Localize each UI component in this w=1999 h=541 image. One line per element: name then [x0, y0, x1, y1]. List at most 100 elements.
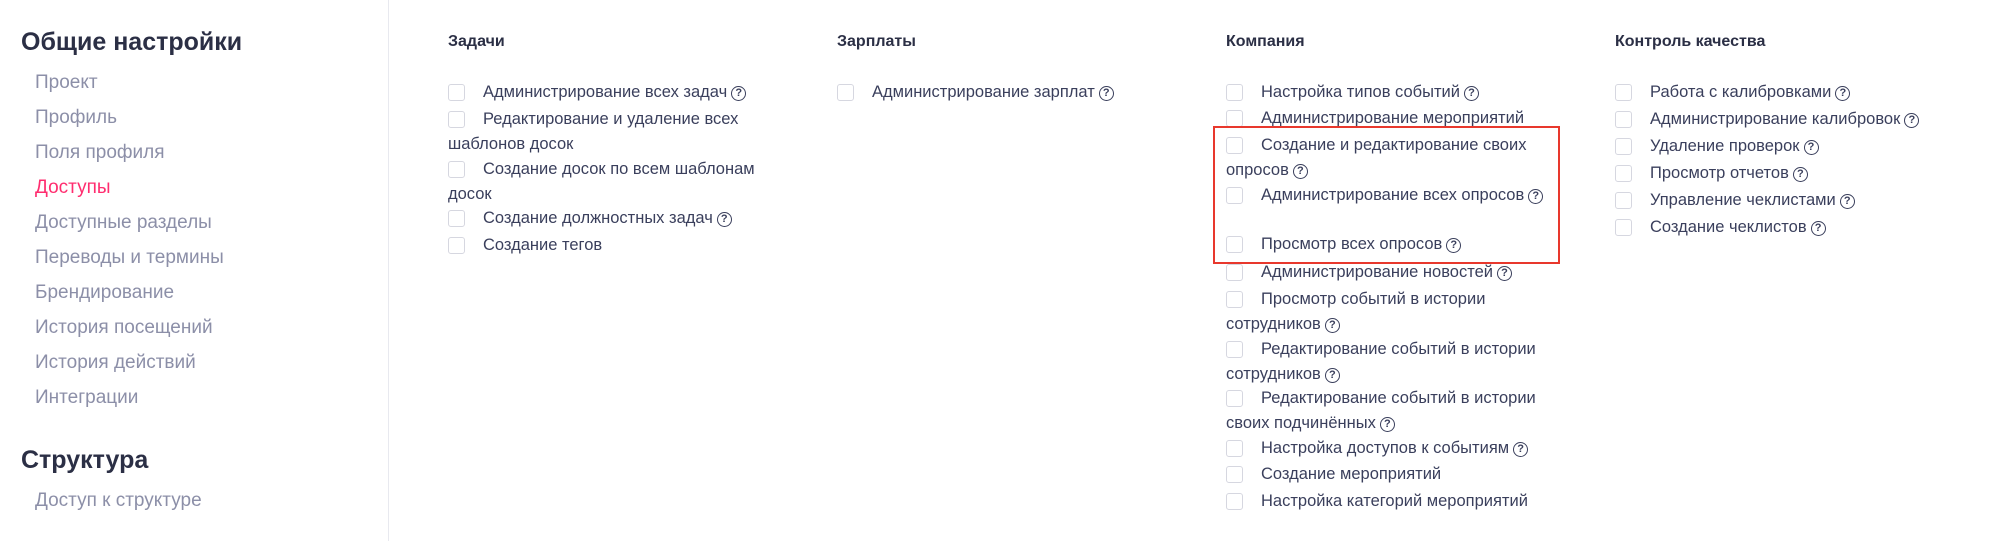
- permission-item: Управление чеклистами?: [1615, 188, 1985, 213]
- permission-label: Удаление проверок: [1650, 137, 1800, 155]
- permission-item: Создание чеклистов?: [1615, 215, 1985, 240]
- sidebar-item-branding[interactable]: Брендирование: [35, 282, 174, 304]
- permission-checkbox[interactable]: [1226, 110, 1243, 127]
- permission-checkbox[interactable]: [1226, 187, 1243, 204]
- help-circle-icon[interactable]: ?: [1810, 221, 1826, 236]
- column-title: Зарплаты: [837, 33, 916, 50]
- sidebar-item-access[interactable]: Доступы: [35, 177, 111, 199]
- permission-label: Настройка типов событий: [1261, 83, 1460, 101]
- permission-item: Создание досок по всем шаблонам досок: [448, 157, 788, 206]
- sidebar-item-visit-history[interactable]: История посещений: [35, 317, 213, 339]
- sidebar-item-project[interactable]: Проект: [35, 72, 98, 94]
- permission-checkbox[interactable]: [1615, 84, 1632, 101]
- permission-label: Администрирование зарплат: [872, 83, 1095, 101]
- help-circle-icon[interactable]: ?: [1496, 266, 1512, 281]
- permission-checkbox[interactable]: [1615, 111, 1632, 128]
- help-circle-icon[interactable]: ?: [1379, 416, 1395, 432]
- permission-checkbox[interactable]: [448, 210, 465, 227]
- permission-item: Просмотр отчетов?: [1615, 161, 1985, 186]
- permission-checkbox[interactable]: [448, 111, 465, 128]
- sidebar-item-translations[interactable]: Переводы и термины: [35, 247, 224, 269]
- permission-item: Администрирование зарплат?: [837, 80, 1177, 105]
- permission-checkbox[interactable]: [1226, 236, 1243, 253]
- help-circle-icon[interactable]: ?: [1904, 113, 1920, 128]
- help-circle-icon[interactable]: ?: [1513, 442, 1529, 457]
- sidebar-section-general-title: Общие настройки: [21, 28, 243, 56]
- permission-label: Редактирование и удаление всех шаблонов …: [448, 110, 739, 153]
- permission-checkbox[interactable]: [1226, 466, 1243, 483]
- permission-label: Создание чеклистов: [1650, 218, 1807, 236]
- permission-checkbox[interactable]: [837, 84, 854, 101]
- permission-item: Удаление проверок?: [1615, 134, 1985, 159]
- permission-checkbox[interactable]: [1226, 440, 1243, 457]
- permission-checkbox[interactable]: [448, 161, 465, 178]
- permission-checkbox[interactable]: [1226, 84, 1243, 101]
- permission-label: Настройка доступов к событиям: [1261, 439, 1510, 457]
- sidebar-item-profile-fields[interactable]: Поля профиля: [35, 142, 165, 164]
- sidebar: Общие настройки Проект Профиль Поля проф…: [0, 0, 389, 541]
- permission-checkbox[interactable]: [448, 237, 465, 254]
- permission-item: Администрирование всех опросов?: [1226, 183, 1556, 208]
- permission-checkbox[interactable]: [1226, 341, 1243, 358]
- permission-checkbox[interactable]: [1226, 390, 1243, 407]
- permission-label: Создание и редактирование своих опросов: [1226, 136, 1527, 179]
- permission-item: Создание и редактирование своих опросов?: [1226, 133, 1556, 182]
- permission-checkbox[interactable]: [1226, 137, 1243, 154]
- help-circle-icon[interactable]: ?: [1098, 86, 1114, 101]
- permission-label: Редактирование событий в истории сотрудн…: [1226, 340, 1536, 383]
- permission-checkbox[interactable]: [1226, 264, 1243, 281]
- permission-checkbox[interactable]: [448, 84, 465, 101]
- permission-item: Настройка доступов к событиям?: [1226, 436, 1556, 461]
- permission-label: Создание мероприятий: [1261, 465, 1442, 483]
- permission-label: Работа с калибровками: [1650, 83, 1832, 101]
- help-circle-icon[interactable]: ?: [1324, 317, 1340, 333]
- permission-checkbox[interactable]: [1615, 219, 1632, 236]
- permission-checkbox[interactable]: [1615, 138, 1632, 155]
- permission-label: Просмотр всех опросов: [1261, 235, 1443, 253]
- permission-label: Создание тегов: [483, 236, 603, 254]
- help-circle-icon[interactable]: ?: [1463, 86, 1479, 101]
- column-title: Задачи: [448, 33, 505, 50]
- permission-checkbox[interactable]: [1226, 291, 1243, 308]
- permission-label: Администрирование всех опросов: [1261, 186, 1525, 204]
- permission-item: Просмотр событий в истории сотрудников?: [1226, 287, 1556, 336]
- permission-checkbox[interactable]: [1615, 192, 1632, 209]
- sidebar-section-structure-title: Структура: [21, 446, 149, 474]
- help-circle-icon[interactable]: ?: [1292, 163, 1308, 179]
- sidebar-item-integrations[interactable]: Интеграции: [35, 387, 138, 409]
- permission-checkbox[interactable]: [1226, 493, 1243, 510]
- column-title: Компания: [1226, 33, 1305, 50]
- help-circle-icon[interactable]: ?: [1324, 367, 1340, 383]
- help-circle-icon[interactable]: ?: [1839, 194, 1855, 209]
- help-circle-icon[interactable]: ?: [1835, 86, 1851, 101]
- permission-item: Редактирование событий в истории своих п…: [1226, 386, 1556, 435]
- help-circle-icon[interactable]: ?: [1528, 189, 1544, 204]
- sidebar-item-available-sections[interactable]: Доступные разделы: [35, 212, 212, 234]
- help-circle-icon[interactable]: ?: [1446, 238, 1462, 253]
- sidebar-item-action-history[interactable]: История действий: [35, 352, 196, 374]
- permission-item: Редактирование событий в истории сотрудн…: [1226, 337, 1556, 386]
- permission-label: Администрирование калибровок: [1650, 110, 1901, 128]
- help-circle-icon[interactable]: ?: [731, 86, 747, 101]
- help-circle-icon[interactable]: ?: [1792, 167, 1808, 182]
- help-circle-icon[interactable]: ?: [716, 212, 732, 227]
- permission-item: Редактирование и удаление всех шаблонов …: [448, 107, 788, 156]
- settings-page: Общие настройки Проект Профиль Поля проф…: [0, 0, 1999, 541]
- permission-label: Просмотр событий в истории сотрудников: [1226, 290, 1486, 333]
- permission-label: Администрирование мероприятий: [1261, 109, 1525, 127]
- sidebar-item-profile[interactable]: Профиль: [35, 107, 117, 129]
- permission-item: Создание тегов: [448, 233, 788, 258]
- permission-item: Администрирование мероприятий: [1226, 106, 1556, 131]
- permission-item: Работа с калибровками?: [1615, 80, 1985, 105]
- permission-item: Настройка категорий мероприятий: [1226, 489, 1556, 514]
- permission-label: Создание должностных задач: [483, 209, 713, 227]
- permission-label: Управление чеклистами: [1650, 191, 1836, 209]
- permission-label: Администрирование новостей: [1261, 263, 1493, 281]
- help-circle-icon[interactable]: ?: [1803, 140, 1819, 155]
- permission-label: Просмотр отчетов: [1650, 164, 1789, 182]
- column-title: Контроль качества: [1615, 33, 1766, 50]
- permission-item: Администрирование калибровок?: [1615, 107, 1985, 132]
- permission-label: Настройка категорий мероприятий: [1261, 492, 1528, 510]
- permission-checkbox[interactable]: [1615, 165, 1632, 182]
- sidebar-item-structure-access[interactable]: Доступ к структуре: [35, 490, 202, 512]
